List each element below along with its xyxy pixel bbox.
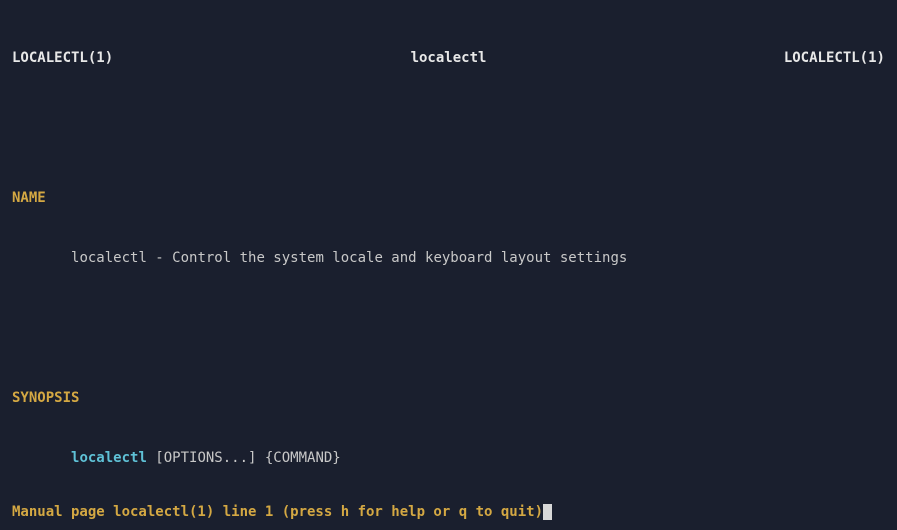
synopsis-line: localectl [OPTIONS...] {COMMAND} (12, 448, 885, 468)
header-right: LOCALECTL(1) (784, 48, 885, 68)
section-synopsis-header: SYNOPSIS (12, 388, 885, 408)
man-page-viewer[interactable]: LOCALECTL(1) localectl LOCALECTL(1) NAME… (0, 0, 897, 530)
man-header: LOCALECTL(1) localectl LOCALECTL(1) (12, 48, 885, 68)
synopsis-cmd: localectl (71, 450, 147, 466)
header-center: localectl (411, 48, 487, 68)
pager-status-line[interactable]: Manual page localectl(1) line 1 (press h… (12, 502, 552, 522)
cursor (543, 504, 552, 520)
section-name-header: NAME (12, 188, 885, 208)
header-left: LOCALECTL(1) (12, 48, 113, 68)
name-text: localectl - Control the system locale an… (12, 248, 885, 268)
